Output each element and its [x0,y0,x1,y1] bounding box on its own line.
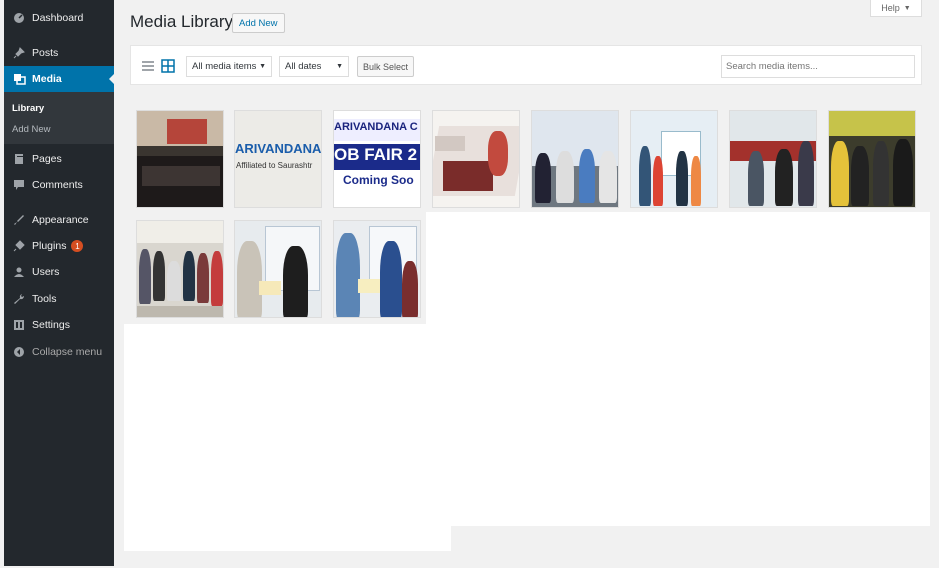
menu-posts-label: Posts [32,47,59,59]
plugins-update-badge: 1 [71,240,84,252]
menu-plugins-label: Plugins [32,240,67,252]
list-view-icon[interactable] [141,59,155,73]
date-filter[interactable]: All dates ▼ [279,56,349,77]
caret-down-icon: ▼ [903,4,911,12]
media-thumbnail[interactable] [630,110,718,208]
collapse-menu-label: Collapse menu [32,346,103,358]
grid-view-icon[interactable] [161,59,175,73]
thumbnail-text: OB FAIR 2 [334,145,418,164]
thumbnail-text: Coming Soo [343,173,414,187]
plug-icon [12,239,26,253]
wrench-icon [12,292,26,306]
collapse-icon [12,345,26,359]
caret-down-icon: ▼ [259,63,266,70]
media-thumbnail[interactable]: ARIVANDANA C OB FAIR 2 Coming Soo [333,110,421,208]
collapse-menu-button[interactable]: Collapse menu [4,339,114,365]
menu-pages[interactable]: Pages [4,146,114,172]
menu-posts[interactable]: Posts [4,40,114,66]
dashboard-icon [12,11,26,25]
menu-media-label: Media [32,73,62,85]
page-title: Media Library [130,12,233,31]
help-label: Help [881,3,900,13]
content-area [426,212,930,526]
menu-comments-label: Comments [32,179,83,191]
media-thumbnail[interactable] [234,220,322,318]
media-submenu: Library Add New [4,92,114,144]
media-thumbnail[interactable] [432,110,520,208]
caret-down-icon: ▼ [336,63,343,70]
thumbnail-text: ARIVANDANA [235,141,322,156]
media-thumbnail[interactable] [729,110,817,208]
comment-icon [12,178,26,192]
media-thumbnail[interactable] [531,110,619,208]
thumbnail-text: ARIVANDANA C [334,121,418,133]
menu-dashboard[interactable]: Dashboard [4,5,114,31]
media-toolbar: All media items ▼ All dates ▼ Bulk Selec… [130,45,922,85]
menu-settings-label: Settings [32,319,70,331]
thumbnail-text: Affiliated to Saurashtr [236,161,313,170]
admin-sidebar: Dashboard Posts Media Library Add New Pa… [4,0,115,566]
page-icon [12,152,26,166]
menu-users[interactable]: Users [4,259,114,285]
menu-comments[interactable]: Comments [4,172,114,198]
add-new-button[interactable]: Add New [232,13,285,33]
media-type-filter[interactable]: All media items ▼ [186,56,272,77]
search-media-input[interactable] [721,55,915,78]
media-thumbnail[interactable] [136,220,224,318]
menu-pages-label: Pages [32,153,62,165]
menu-settings[interactable]: Settings [4,312,114,338]
media-thumbnail[interactable] [828,110,916,208]
menu-dashboard-label: Dashboard [32,12,84,24]
user-icon [12,265,26,279]
menu-users-label: Users [32,266,60,278]
pin-icon [12,46,26,60]
menu-tools-label: Tools [32,293,57,305]
submenu-add-new[interactable]: Add New [12,124,51,135]
submenu-library[interactable]: Library [12,103,44,114]
content-area [124,324,451,551]
media-thumbnail[interactable] [333,220,421,318]
menu-appearance[interactable]: Appearance [4,207,114,233]
menu-appearance-label: Appearance [32,214,89,226]
bulk-select-button[interactable]: Bulk Select [357,56,414,77]
media-thumbnail[interactable]: ARIVANDANA Affiliated to Saurashtr [234,110,322,208]
menu-tools[interactable]: Tools [4,286,114,312]
media-icon [12,72,26,86]
media-type-filter-value: All media items [192,61,257,72]
media-grid: ARIVANDANA Affiliated to Saurashtr ARIVA… [124,100,930,552]
menu-plugins[interactable]: Plugins 1 [4,233,114,259]
media-thumbnail[interactable] [136,110,224,208]
settings-icon [12,318,26,332]
menu-media[interactable]: Media [4,66,115,92]
help-tab[interactable]: Help ▼ [870,0,922,17]
brush-icon [12,213,26,227]
date-filter-value: All dates [285,61,322,72]
